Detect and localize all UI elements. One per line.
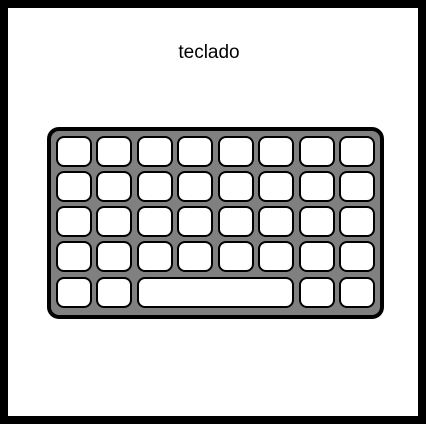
keyboard-key (137, 136, 173, 167)
keyboard-key (258, 241, 294, 272)
keyboard-key (258, 136, 294, 167)
keyboard-key (137, 171, 173, 202)
keyboard-key (218, 206, 254, 237)
keyboard-key (339, 136, 375, 167)
keyboard-key (299, 277, 335, 308)
keyboard-key (96, 206, 132, 237)
keyboard-key (137, 206, 173, 237)
keyboard-key (177, 206, 213, 237)
keyboard-key (96, 171, 132, 202)
keyboard-key (258, 171, 294, 202)
keyboard-key (218, 241, 254, 272)
keyboard-key (177, 241, 213, 272)
keyboard-key (299, 241, 335, 272)
keyboard-key (258, 206, 294, 237)
keyboard-key (177, 171, 213, 202)
keyboard-key (177, 136, 213, 167)
keyboard-key (299, 206, 335, 237)
spacebar-key (137, 277, 294, 308)
keyboard-key (56, 136, 92, 167)
keyboard-key (218, 171, 254, 202)
keyboard-key (299, 136, 335, 167)
keyboard-key (96, 241, 132, 272)
keyboard-key (137, 241, 173, 272)
keyboard-key (56, 206, 92, 237)
keyboard-key (96, 136, 132, 167)
keyboard-key (339, 206, 375, 237)
keyboard-key (339, 241, 375, 272)
keyboard-key (56, 171, 92, 202)
keyboard-key (96, 277, 132, 308)
keyboard-icon (47, 127, 384, 319)
keyboard-key (56, 277, 92, 308)
keyboard-key (339, 277, 375, 308)
keyboard-key (218, 136, 254, 167)
keyboard-key (56, 241, 92, 272)
keyboard-key (339, 171, 375, 202)
keyboard-key (299, 171, 335, 202)
